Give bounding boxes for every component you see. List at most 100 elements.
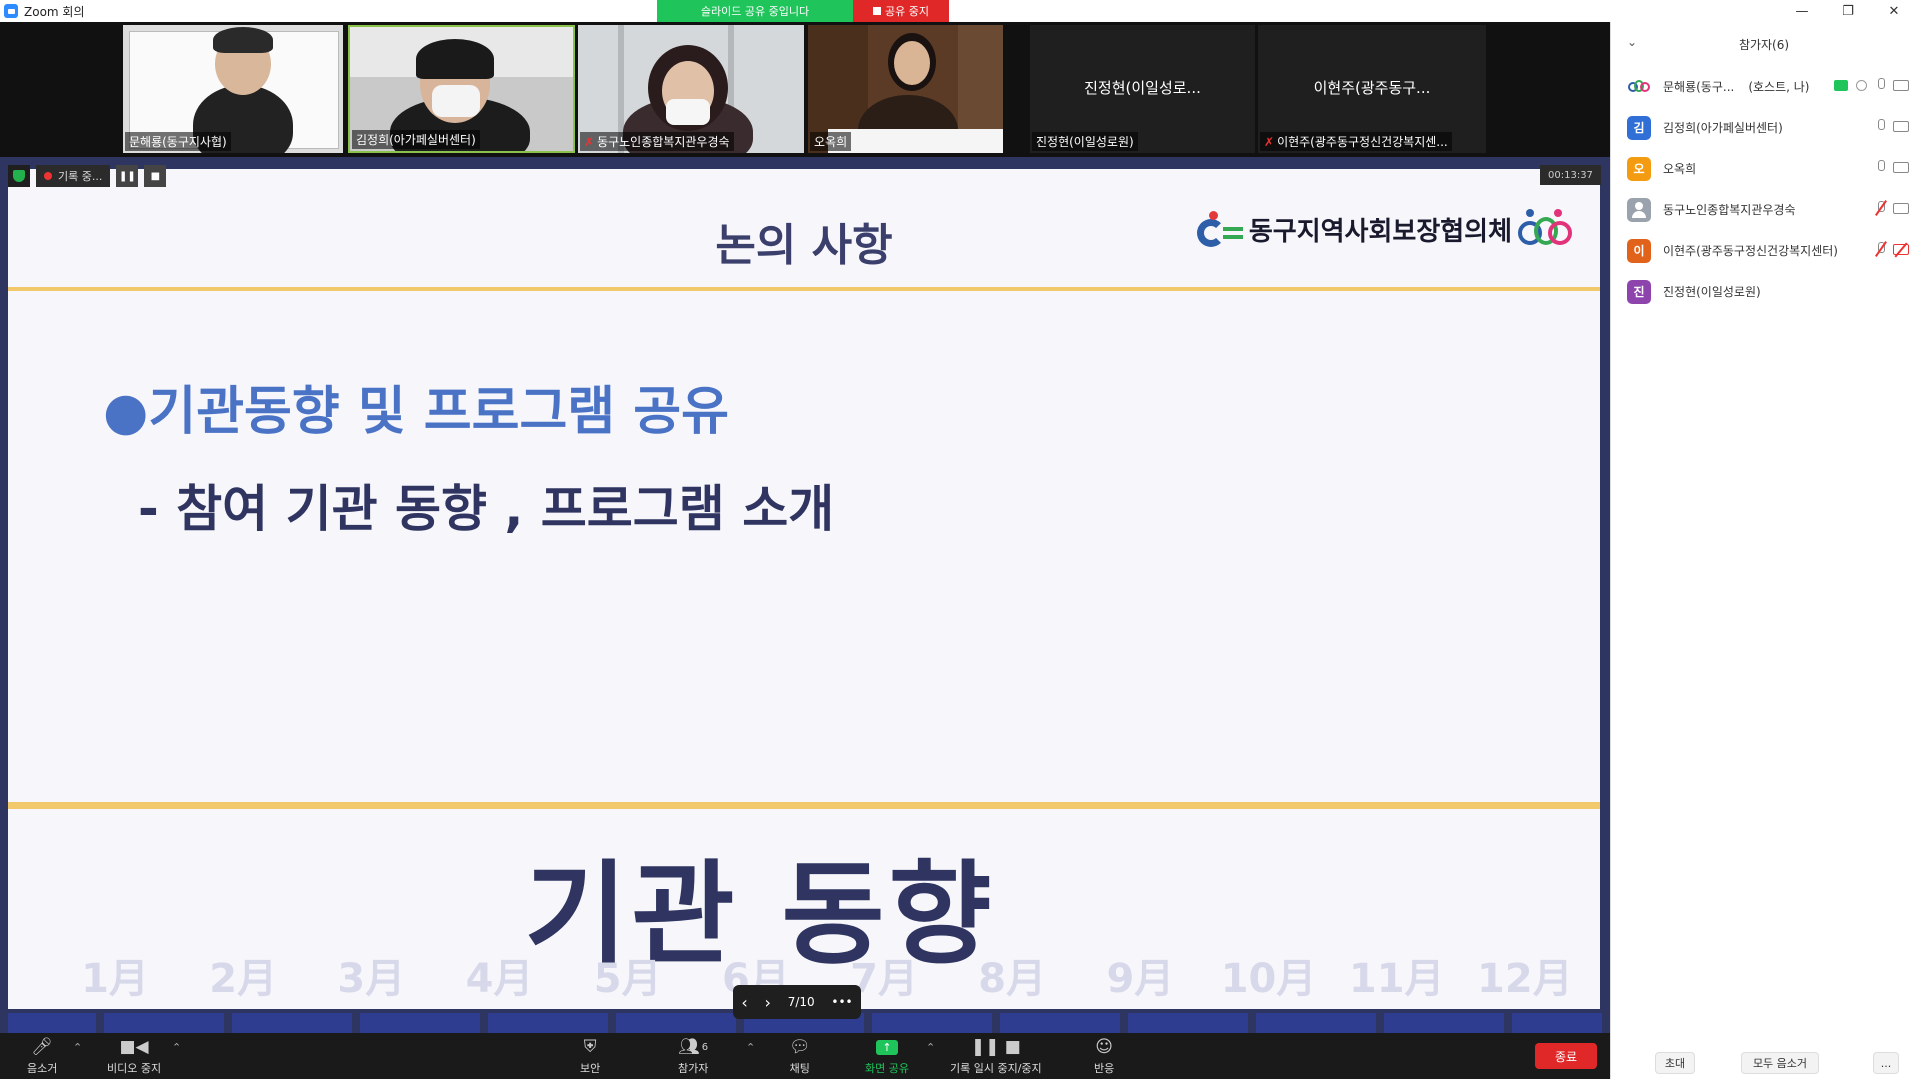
share-screen-icon: ↑ <box>875 1037 898 1057</box>
chat-label: 채팅 <box>789 1062 810 1075</box>
participant-role: (호스트, 나) <box>1748 80 1810 94</box>
video-tile[interactable]: 진정현(이일성로... 진정현(이일성로원) <box>1030 25 1255 153</box>
logo-text: 동구지역사회보장협의체 <box>1248 216 1512 247</box>
muted-microphone-icon <box>1875 242 1885 256</box>
shield-icon: ⛨ <box>583 1037 597 1057</box>
mute-all-button[interactable]: 모두 음소거 <box>1741 1052 1819 1074</box>
participant-row[interactable]: 오 오옥희 <box>1611 148 1917 189</box>
participant-row[interactable]: 김 김정희(아가페실버센터) <box>1611 107 1917 148</box>
month-label: 1月 <box>81 956 149 1002</box>
video-camera-icon: ■◀ <box>119 1037 149 1057</box>
avatar: 김 <box>1627 115 1651 140</box>
video-tile[interactable]: 오옥희 <box>808 25 1003 153</box>
record-control-button[interactable]: ❚❚ ■ 기록 일시 중지/중지 <box>950 1037 1042 1076</box>
zoom-logo-icon <box>4 4 18 18</box>
share-screen-button[interactable]: ↑ 화면 공유 <box>865 1037 909 1076</box>
person-icon <box>1632 201 1646 218</box>
participant-name: 오옥희 <box>1663 162 1697 176</box>
video-tile[interactable]: 문해룡(동구지사협) <box>123 25 343 153</box>
muted-mic-icon: ✗ <box>584 135 595 149</box>
participant-name: 김정희(아가페실버센터) <box>1663 121 1783 135</box>
participant-name: 문해룡(동구... <box>1663 80 1735 94</box>
panel-header: ⌄ 참가자(6) <box>1611 22 1917 66</box>
stop-recording-button[interactable]: ■ <box>144 165 167 187</box>
stop-video-button[interactable]: ■◀ 비디오 중지 <box>107 1037 161 1076</box>
window-controls: — ❐ ✕ <box>1779 0 1917 22</box>
more-options-button[interactable]: ... <box>1873 1052 1899 1074</box>
month-label: 10月 <box>1220 956 1317 1002</box>
mute-button[interactable]: 🎤︎ 음소거 <box>27 1037 57 1076</box>
participant-status-icons <box>1875 201 1909 215</box>
tile-display-name: 진정현(이일성로... <box>1084 79 1201 97</box>
share-options-caret[interactable]: ⌃ <box>926 1041 935 1054</box>
audio-options-caret[interactable]: ⌃ <box>73 1041 82 1054</box>
month-label: 11月 <box>1348 956 1445 1002</box>
month-label: 4月 <box>465 956 534 1002</box>
participants-label: 참가자 <box>678 1062 709 1075</box>
close-button[interactable]: ✕ <box>1871 0 1917 22</box>
recording-label: 기록 중... <box>58 170 103 183</box>
share-status: 슬라이드 공유 중입니다 <box>657 0 853 22</box>
participants-button[interactable]: 👥︎ 6 참가자 <box>678 1037 708 1076</box>
share-label: 화면 공유 <box>865 1062 909 1075</box>
restore-button[interactable]: ❐ <box>1825 0 1871 22</box>
invite-button[interactable]: 초대 <box>1655 1052 1695 1074</box>
tile-name-text: 이현주(광주동구정신건강복지센... <box>1277 135 1448 149</box>
stop-share-button[interactable]: 공유 중지 <box>853 0 949 22</box>
video-label: 비디오 중지 <box>107 1062 162 1075</box>
participant-row[interactable]: 진 진정현(이일성로원) <box>1611 271 1917 312</box>
end-meeting-button[interactable]: 종료 <box>1535 1043 1597 1069</box>
participant-name: 동구노인종합복지관우경숙 <box>1663 203 1796 217</box>
tile-name: ✗ 동구노인종합복지관우경숙 <box>580 132 734 151</box>
tile-name: 진정현(이일성로원) <box>1032 132 1138 151</box>
muted-mic-icon: ✗ <box>1264 135 1275 149</box>
participants-options-caret[interactable]: ⌃ <box>746 1041 755 1054</box>
participant-row[interactable]: 이 이현주(광주동구정신건강복지센터) <box>1611 230 1917 271</box>
slide-bullet-heading: ●기관동향 및 프로그램 공유 <box>103 382 729 442</box>
prev-slide-button[interactable]: ‹ <box>741 993 747 1012</box>
video-tile[interactable]: ✗ 동구노인종합복지관우경숙 <box>578 25 804 153</box>
slide-more-button[interactable]: ••• <box>831 995 852 1009</box>
zoom-window: Zoom 회의 슬라이드 공유 중입니다 공유 중지 — ❐ ✕ 문해룡(동구지… <box>0 0 1917 1079</box>
next-slide-button[interactable]: › <box>765 993 771 1012</box>
chat-button[interactable]: 💬︎ 채팅 <box>789 1037 811 1076</box>
pause-stop-record-icon: ❚❚ ■ <box>970 1037 1021 1057</box>
month-label: 2月 <box>209 956 278 1002</box>
video-options-caret[interactable]: ⌃ <box>172 1041 181 1054</box>
video-tile[interactable]: 김정희(아가페실버센터) <box>348 25 575 153</box>
pause-recording-button[interactable]: ❚❚ <box>116 165 139 187</box>
microphone-icon: 🎤︎ <box>31 1037 53 1057</box>
screen-share-icon <box>1834 79 1848 91</box>
stop-icon <box>873 7 881 15</box>
avatar: 진 <box>1627 279 1651 304</box>
video-off-icon <box>1893 243 1909 255</box>
encryption-shield-icon <box>8 165 30 187</box>
participants-panel: ⌄ 참가자(6) 문해룡(동구... (호스트, 나) 김 김정희(아가페실버센… <box>1610 22 1917 1079</box>
video-tile[interactable]: 이현주(광주동구... ✗ 이현주(광주동구정신건강복지센... <box>1258 25 1486 153</box>
microphone-icon <box>1875 78 1885 92</box>
participant-row[interactable]: 문해룡(동구... (호스트, 나) <box>1611 66 1917 107</box>
video-strip: 문해룡(동구지사협) 김정희(아가페실버센터) ✗ 동구노인종합복지관우경숙 오… <box>0 22 1610 157</box>
record-label: 기록 일시 중지/중지 <box>950 1062 1042 1075</box>
video-camera-icon <box>1893 79 1909 91</box>
chevron-down-icon[interactable]: ⌄ <box>1627 35 1637 49</box>
shared-screen: 논의 사항 동구지역사회보장협의체 ●기관동향 및 프로그램 공유 - 참여 기… <box>0 157 1610 1033</box>
recording-indicator: 기록 중... <box>36 165 111 187</box>
reactions-button[interactable]: ☺ 반응 <box>1094 1037 1114 1076</box>
participant-row[interactable]: 동구노인종합복지관우경숙 <box>1611 189 1917 230</box>
chat-icon: 💬︎ <box>789 1037 811 1057</box>
logo-mark-icon <box>1195 209 1245 249</box>
tile-name: ✗ 이현주(광주동구정신건강복지센... <box>1260 132 1452 151</box>
month-label: 5月 <box>593 956 662 1002</box>
participant-status-icons <box>1875 119 1909 133</box>
slide-navigator: ‹ › 7/10 ••• <box>733 985 861 1019</box>
slide-page-indicator: 7/10 <box>787 995 815 1009</box>
avatar: 이 <box>1627 238 1651 263</box>
recording-bar: 기록 중... ❚❚ ■ <box>8 165 167 187</box>
meeting-timer: 00:13:37 <box>1540 165 1601 185</box>
title-bar: Zoom 회의 <box>0 0 1917 22</box>
security-button[interactable]: ⛨ 보안 <box>580 1037 600 1076</box>
minimize-button[interactable]: — <box>1779 0 1825 22</box>
avatar: 오 <box>1627 156 1651 181</box>
participant-list: 문해룡(동구... (호스트, 나) 김 김정희(아가페실버센터) 오 오옥희 … <box>1611 66 1917 312</box>
